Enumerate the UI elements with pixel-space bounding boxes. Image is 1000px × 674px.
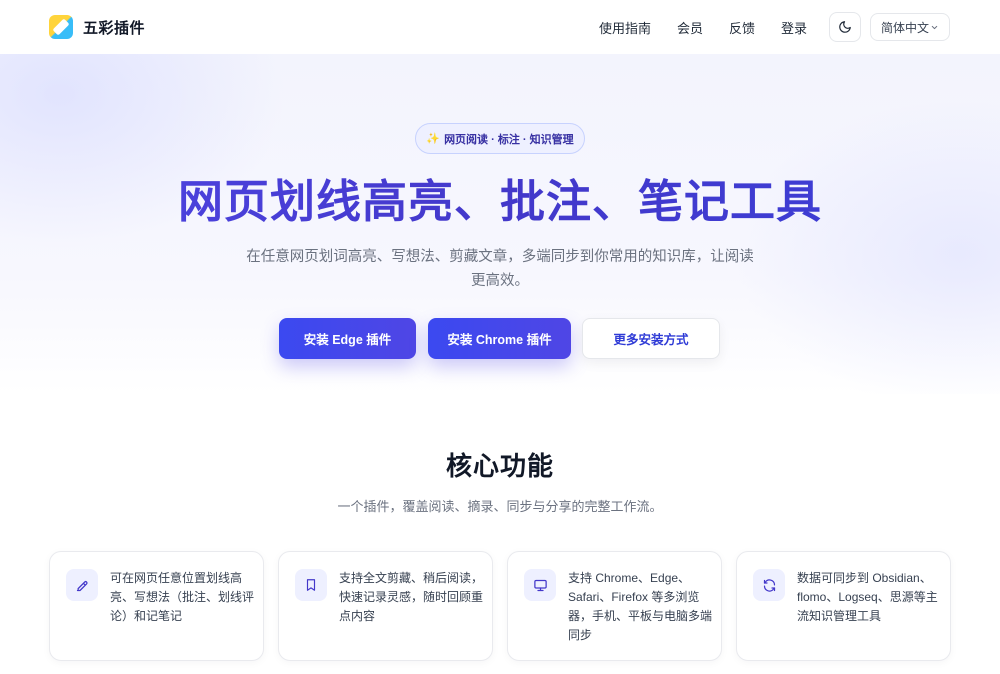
feature-card-text: 数据可同步到 Obsidian、flomo、Logseq、思源等主流知识管理工具 bbox=[797, 571, 938, 623]
hero-badge-text: 网页阅读 · 标注 · 知识管理 bbox=[444, 133, 574, 146]
nav-link-membership[interactable]: 会员 bbox=[677, 18, 703, 37]
card-icon-wrap bbox=[66, 569, 98, 601]
feature-card-text: 可在网页任意位置划线高亮、写想法（批注、划线评论）和记笔记 bbox=[110, 571, 255, 623]
language-selected: 简体中文 bbox=[881, 20, 930, 35]
moon-icon bbox=[839, 21, 851, 33]
more-install-options-button[interactable]: 更多安装方式 bbox=[582, 318, 720, 359]
logo-icon bbox=[49, 15, 73, 39]
brand[interactable]: 五彩插件 bbox=[49, 15, 145, 39]
monitor-icon bbox=[533, 579, 547, 591]
hero-badge: ✨ 网页阅读 · 标注 · 知识管理 bbox=[415, 123, 585, 154]
feature-card-highlight: 可在网页任意位置划线高亮、写想法（批注、划线评论）和记笔记 bbox=[49, 551, 264, 661]
card-icon-wrap bbox=[295, 569, 327, 601]
feature-card-sync: 数据可同步到 Obsidian、flomo、Logseq、思源等主流知识管理工具 bbox=[736, 551, 951, 661]
nav-link-guide[interactable]: 使用指南 bbox=[599, 18, 651, 37]
features-title: 核心功能 bbox=[445, 451, 554, 481]
hero-title: 网页划线高亮、批注、笔记工具 bbox=[0, 172, 1000, 232]
nav-link-feedback[interactable]: 反馈 bbox=[729, 18, 755, 37]
feature-card-text: 支持全文剪藏、稍后阅读，快速记录灵感，随时回顾重点内容 bbox=[339, 571, 484, 623]
hero-section: ✨ 网页阅读 · 标注 · 知识管理 网页划线高亮、批注、笔记工具 在任意网页划… bbox=[0, 54, 1000, 394]
card-icon-wrap bbox=[753, 569, 785, 601]
theme-toggle-button[interactable] bbox=[829, 12, 861, 42]
sync-icon bbox=[763, 578, 775, 592]
language-select[interactable]: 简体中文 bbox=[870, 13, 950, 41]
nav-link-login[interactable]: 登录 bbox=[781, 18, 807, 37]
site-header: 五彩插件 使用指南 会员 反馈 登录 简体中文 bbox=[0, 0, 1000, 54]
feature-card-clip: 支持全文剪藏、稍后阅读，快速记录灵感，随时回顾重点内容 bbox=[278, 551, 493, 661]
feature-card-browsers: 支持 Chrome、Edge、Safari、Firefox 等多浏览器，手机、平… bbox=[507, 551, 722, 661]
sparkle-icon: ✨ bbox=[426, 133, 441, 145]
top-nav: 使用指南 会员 反馈 登录 简体中文 bbox=[599, 12, 950, 42]
chevron-down-icon bbox=[931, 25, 938, 29]
features-subtitle: 一个插件，覆盖阅读、摘录、同步与分享的完整工作流。 bbox=[337, 499, 663, 514]
card-icon-wrap bbox=[524, 569, 556, 601]
brand-name: 五彩插件 bbox=[83, 19, 146, 37]
bookmark-icon bbox=[306, 579, 316, 591]
pencil-icon bbox=[76, 580, 88, 591]
feature-card-text: 支持 Chrome、Edge、Safari、Firefox 等多浏览器，手机、平… bbox=[568, 571, 713, 642]
install-edge-button[interactable]: 安装 Edge 插件 bbox=[279, 318, 416, 359]
install-chrome-button[interactable]: 安装 Chrome 插件 bbox=[428, 318, 571, 359]
hero-subtitle: 在任意网页划词高亮、写想法、剪藏文章，多端同步到你常用的知识库，让阅读更高效。 bbox=[246, 249, 754, 289]
